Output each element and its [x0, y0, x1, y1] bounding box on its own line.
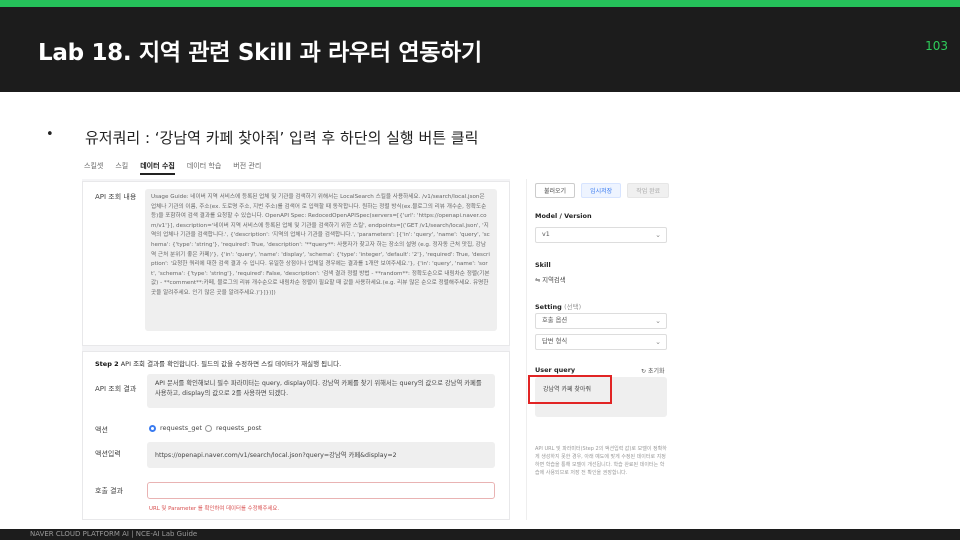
- validation-error-text: URL 및 Parameter 를 확인하여 데이터를 수정해주세요.: [149, 506, 280, 512]
- radio-unselected-icon: [205, 424, 212, 432]
- tab-data-training[interactable]: 데이터 학습: [187, 161, 221, 175]
- action-input-label: 액션입력: [95, 450, 121, 458]
- setting-label: Setting (선택): [535, 301, 581, 311]
- call-option-label: 호출 옵션: [542, 317, 568, 324]
- answer-format-select[interactable]: 답변 형식 ⌄: [535, 334, 667, 350]
- model-version-label: Model / Version: [535, 212, 592, 220]
- help-text: API URL 및 파라미터(Step 2의 액션입력 값)로 모델이 정확하게…: [535, 446, 667, 476]
- reset-label: 초기화: [647, 368, 665, 375]
- api-query-content-label: API 조회 내용: [95, 193, 137, 201]
- model-version-select[interactable]: v1 ⌄: [535, 227, 667, 243]
- setting-label-text: Setting: [535, 303, 562, 311]
- slide-title: Lab 18. 지역 관련 Skill 과 라우터 연동하기: [38, 40, 482, 66]
- tab-bar: 스킬셋 스킬 데이터 수집 데이터 학습 버전 관리: [84, 161, 261, 175]
- call-option-select[interactable]: 호출 옵션 ⌄: [535, 313, 667, 329]
- footer-text: NAVER CLOUD PLATFORM AI | NCE-AI Lab Gui…: [30, 530, 198, 538]
- step2-label: Step 2: [95, 360, 119, 368]
- radio-requests-post-label: requests_post: [216, 424, 262, 432]
- chevron-down-icon: ⌄: [655, 317, 661, 325]
- call-result-field[interactable]: [147, 482, 495, 499]
- skill-name: 지역검색: [542, 277, 566, 284]
- app-screenshot: 스킬셋 스킬 데이터 수집 데이터 학습 버전 관리 API 조회 내용 Usa…: [82, 153, 730, 520]
- user-query-label: User query: [535, 366, 576, 374]
- link-icon: ⇋: [535, 277, 541, 284]
- radio-selected-icon: [149, 424, 156, 432]
- top-accent-bar: [0, 0, 960, 7]
- answer-format-label: 답변 형식: [542, 338, 568, 345]
- slide-header: Lab 18. 지역 관련 Skill 과 라우터 연동하기 103: [0, 7, 960, 92]
- tab-data-collection[interactable]: 데이터 수집: [140, 161, 175, 175]
- main-pane: API 조회 내용 Usage Guide: 네이버 지역 서비스에 등록된 업…: [82, 179, 510, 520]
- step2-header: Step 2 API 조회 결과를 확인합니다. 필드의 값을 수정하면 스킬 …: [95, 358, 341, 368]
- bullet-icon: •: [46, 127, 54, 142]
- api-result-label: API 조회 결과: [95, 385, 137, 393]
- action-buttons: 불러오기 임시저장 작업 완료: [535, 183, 670, 198]
- tab-skillset[interactable]: 스킬셋: [84, 161, 103, 175]
- refresh-icon: ↻: [641, 368, 647, 375]
- page-number: 103: [925, 39, 948, 53]
- action-input-field[interactable]: https://openapi.naver.com/v1/search/loca…: [147, 442, 495, 468]
- action-label: 액션: [95, 426, 108, 434]
- load-button[interactable]: 불러오기: [535, 183, 576, 198]
- usage-guide-textarea[interactable]: Usage Guide: 네이버 지역 서비스에 등록된 업체 및 기관을 검색…: [145, 189, 497, 331]
- temp-save-button[interactable]: 임시저장: [581, 183, 622, 198]
- api-result-textarea[interactable]: API 문서를 확인해보니 필수 파라미터는 query, display이다.…: [147, 374, 495, 408]
- complete-button[interactable]: 작업 완료: [627, 183, 670, 198]
- radio-requests-get[interactable]: requests_get: [149, 424, 202, 432]
- right-panel: 불러오기 임시저장 작업 완료 Model / Version v1 ⌄ Ski…: [526, 179, 730, 520]
- step2-card: Step 2 API 조회 결과를 확인합니다. 필드의 값을 수정하면 스킬 …: [82, 351, 510, 520]
- radio-requests-get-label: requests_get: [160, 424, 203, 432]
- reset-button[interactable]: ↻ 초기화: [641, 366, 665, 375]
- slide-footer: NAVER CLOUD PLATFORM AI | NCE-AI Lab Gui…: [0, 529, 960, 540]
- call-result-label: 호출 결과: [95, 487, 123, 495]
- setting-optional-text: (선택): [564, 303, 582, 311]
- skill-value: ⇋ 지역검색: [535, 275, 565, 284]
- model-version-value: v1: [542, 231, 550, 238]
- chevron-down-icon: ⌄: [655, 338, 661, 346]
- tab-version-management[interactable]: 버전 관리: [233, 161, 261, 175]
- tab-skill[interactable]: 스킬: [115, 161, 128, 175]
- step1-card: API 조회 내용 Usage Guide: 네이버 지역 서비스에 등록된 업…: [82, 181, 510, 346]
- skill-label: Skill: [535, 261, 551, 269]
- highlight-box: [528, 375, 612, 404]
- chevron-down-icon: ⌄: [655, 231, 661, 239]
- instruction-text: 유저쿼리 : ‘강남역 카페 찾아줘’ 입력 후 하단의 실행 버튼 클릭: [85, 129, 479, 147]
- radio-requests-post[interactable]: requests_post: [205, 424, 261, 432]
- step2-description: API 조회 결과를 확인합니다. 필드의 값을 수정하면 스킬 데이터가 재실…: [120, 360, 342, 368]
